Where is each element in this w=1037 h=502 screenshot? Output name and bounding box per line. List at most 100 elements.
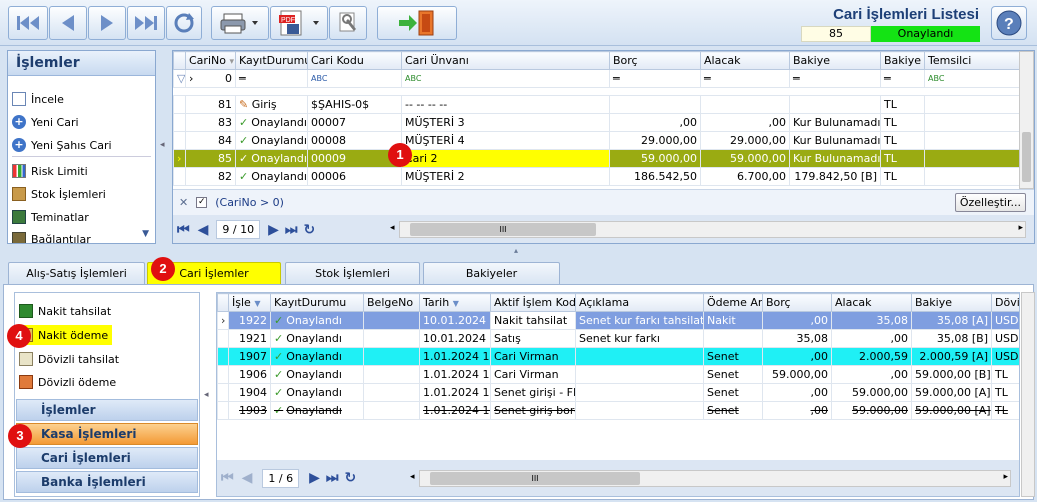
col-record-status[interactable]: KayıtDurumu	[270, 293, 364, 312]
table-row[interactable]: 81 ✎ Giriş $ŞAHIS-0$ -- -- -- -- TL	[173, 95, 1020, 114]
table-row[interactable]: 83 ✓ Onaylandı 00007 MÜŞTERİ 3 ,00,00 Kur B…	[173, 113, 1020, 132]
prev-page-icon[interactable]: ◀	[242, 470, 253, 486]
last-page-icon[interactable]: ⏭	[285, 222, 298, 238]
add-icon: +	[12, 115, 26, 129]
toolbar: PDF Cari İşlemleri Listesi 85 Onaylandı …	[0, 0, 1037, 46]
col-code[interactable]: Cari Kodu	[307, 51, 402, 70]
horizontal-scrollbar[interactable]: ◂ III ▸	[410, 470, 1011, 487]
group-cash-operations[interactable]: Kasa İşlemleri	[16, 423, 198, 445]
menu-guarantees[interactable]: Teminatlar	[12, 207, 89, 227]
menu-new-account[interactable]: + Yeni Cari	[12, 112, 79, 132]
splitter-icon[interactable]: ▴	[514, 246, 518, 255]
scroll-down-icon[interactable]: ▼	[142, 229, 149, 239]
filter-bar: ✕ ✓ (CariNo > 0) Özelleştir...	[173, 189, 1034, 215]
fx-collection-icon	[19, 352, 33, 366]
group-bank-operations[interactable]: Banka İşlemleri	[16, 471, 198, 493]
col-name[interactable]: Cari Ünvanı	[401, 51, 610, 70]
help-button[interactable]: ?	[991, 6, 1027, 40]
settings-button[interactable]	[329, 6, 367, 40]
reload-icon[interactable]: ↻	[303, 222, 315, 238]
vertical-scrollbar[interactable]	[1019, 51, 1034, 189]
col-currency[interactable]: Döviz	[991, 293, 1019, 312]
tab-stock-transactions[interactable]: Stok İşlemleri	[285, 262, 420, 284]
table-row[interactable]: 1906 ✓ Onaylandı 1.01.2024 16 Cari Virman …	[217, 365, 1019, 384]
col-credit[interactable]: Alacak	[831, 293, 912, 312]
col-balance-currency[interactable]: Bakiye D	[880, 51, 925, 70]
col-date[interactable]: Tarih ▼	[419, 293, 491, 312]
col-payment-method[interactable]: Ödeme Aracı	[703, 293, 763, 312]
col-credit[interactable]: Alacak	[700, 51, 790, 70]
menu-cash-collection[interactable]: Nakit tahsilat	[19, 301, 111, 321]
bottom-pager: ⏮ ◀ 1 / 6 ▶ ⏭ ↻ ◂ III ▸	[217, 460, 1019, 496]
filter-text[interactable]: (CariNo > 0)	[215, 196, 284, 209]
menu-new-person-account[interactable]: + Yeni Şahıs Cari	[12, 135, 112, 155]
clear-filter-icon[interactable]: ✕	[179, 196, 188, 209]
table-row[interactable]: 1904 ✓ Onaylandı 1.01.2024 16 Senet girişi…	[217, 383, 1019, 402]
svg-text:?: ?	[1004, 16, 1014, 33]
tab-purchase-sales[interactable]: Alış-Satış İşlemleri	[8, 262, 145, 284]
col-status[interactable]: KayıtDurumu	[235, 51, 308, 70]
col-balance[interactable]: Bakiye	[789, 51, 881, 70]
check-icon: ✓	[274, 386, 284, 399]
export-pdf-button[interactable]: PDF	[270, 6, 328, 40]
table-row[interactable]: 82 ✓ Onaylandı 00006 MÜŞTERİ 2 186.542,50 6…	[173, 167, 1020, 186]
sort-icon: ▼	[452, 299, 459, 308]
table-row-cancelled[interactable]: 1903 ✓ Onaylandı 1.01.2024 16 Senet giriş …	[217, 401, 1019, 420]
filter-checkbox[interactable]: ✓	[196, 197, 208, 208]
table-row[interactable]: 1921 ✓ Onaylandı 10.01.2024 1 Satış Senet …	[217, 329, 1019, 348]
col-representative[interactable]: Temsilci	[924, 51, 1020, 70]
menu-stock[interactable]: Stok İşlemleri	[12, 184, 106, 204]
last-page-icon[interactable]: ⏭	[326, 470, 339, 486]
cash-icon	[19, 304, 33, 318]
svg-text:PDF: PDF	[281, 17, 295, 24]
filter-row[interactable]: ▽ › 0 ═ ABC ABC ═ ═ ═ ═ ABC	[173, 69, 1020, 88]
transactions-table: İşle ▼ KayıtDurumu BelgeNo Tarih ▼ Aktif…	[217, 293, 1019, 420]
table-row[interactable]: 1907 ✓ Onaylandı 1.01.2024 16 Cari Virman …	[217, 347, 1019, 366]
menu-view[interactable]: İncele	[12, 89, 64, 109]
prev-page-icon[interactable]: ◀	[198, 222, 209, 238]
col-id[interactable]: İşle ▼	[228, 293, 271, 312]
menu-connections[interactable]: Bağlantılar	[12, 229, 91, 243]
refresh-button[interactable]	[166, 6, 202, 40]
first-record-button[interactable]	[8, 6, 48, 40]
next-page-icon[interactable]: ▶	[268, 222, 279, 238]
selected-table-row[interactable]: › 1922 ✓ Onaylandı 10.01.2024 2 Nakit tahs…	[217, 311, 1019, 330]
menu-fx-payment[interactable]: Dövizli ödeme	[19, 372, 116, 392]
group-operations[interactable]: İşlemler	[16, 399, 198, 421]
collapse-left-icon[interactable]: ◂	[204, 390, 209, 400]
tab-balances[interactable]: Bakiyeler	[423, 262, 560, 284]
col-operation-code[interactable]: Aktif İşlem Kodu	[490, 293, 576, 312]
print-button[interactable]	[211, 6, 269, 40]
link-icon	[12, 232, 26, 243]
check-icon: ✓	[274, 332, 284, 345]
check-icon: ✓	[239, 134, 249, 147]
menu-fx-collection[interactable]: Dövizli tahsilat	[19, 349, 119, 369]
menu-cash-payment[interactable]: Nakit ödeme	[19, 325, 113, 345]
menu-risk-limit[interactable]: Risk Limiti	[12, 161, 88, 181]
col-debit[interactable]: Borç	[609, 51, 701, 70]
col-balance[interactable]: Bakiye	[911, 293, 992, 312]
col-document-no[interactable]: BelgeNo	[363, 293, 420, 312]
next-page-icon[interactable]: ▶	[309, 470, 320, 486]
printer-icon	[220, 13, 258, 34]
next-record-button[interactable]	[88, 6, 126, 40]
first-page-icon[interactable]: ⏮	[177, 222, 190, 238]
col-carino[interactable]: CariNo ▾	[185, 51, 236, 70]
customize-button[interactable]: Özelleştir...	[954, 193, 1026, 212]
first-page-icon[interactable]: ⏮	[221, 470, 234, 486]
exit-button[interactable]	[377, 6, 457, 40]
last-record-button[interactable]	[127, 6, 165, 40]
group-account-operations[interactable]: Cari İşlemleri	[16, 447, 198, 469]
filter-icon[interactable]: ▾	[229, 57, 234, 67]
previous-record-button[interactable]	[49, 6, 87, 40]
accounts-table: CariNo ▾ KayıtDurumu Cari Kodu Cari Ünva…	[173, 51, 1020, 186]
vertical-scrollbar[interactable]	[1021, 292, 1035, 497]
horizontal-scrollbar[interactable]: ◂ III ▸	[390, 221, 1026, 238]
collapse-left-icon[interactable]: ◂	[160, 140, 165, 150]
col-description[interactable]: Açıklama	[575, 293, 704, 312]
check-icon: ✓	[274, 368, 284, 381]
col-debit[interactable]: Borç	[762, 293, 832, 312]
selected-table-row[interactable]: › 85 ✓ Onaylandı 00009 Cari 2 59.000,00 59.0…	[173, 149, 1020, 168]
table-row[interactable]: 84 ✓ Onaylandı 00008 MÜŞTERİ 4 29.000,00 29…	[173, 131, 1020, 150]
reload-icon[interactable]: ↻	[344, 470, 356, 486]
